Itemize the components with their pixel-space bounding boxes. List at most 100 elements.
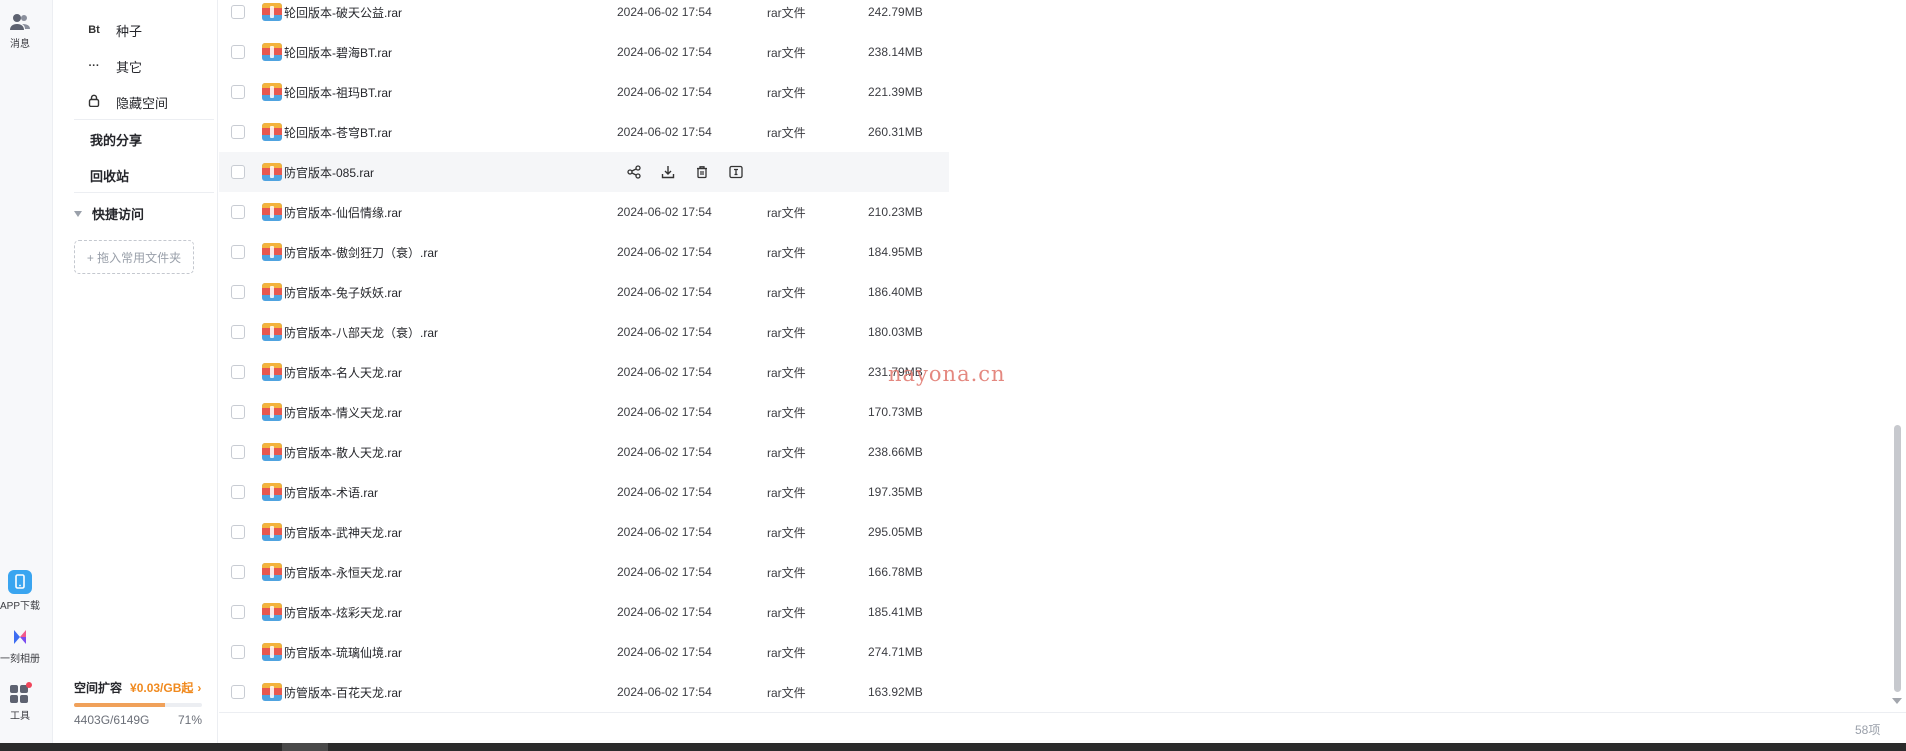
rail-messages[interactable]: 消息 — [0, 12, 40, 50]
file-name[interactable]: 防官版本-永恒天龙.rar — [284, 564, 402, 581]
file-row[interactable]: 防官版本-傲剑狂刀（衰）.rar 2024-06-02 17:54 rar文件 184… — [219, 232, 949, 272]
grid-tools-icon — [10, 682, 32, 703]
file-row[interactable]: 防官版本-炫彩天龙.rar 2024-06-02 17:54 rar文件 185.41… — [219, 592, 949, 632]
file-row[interactable]: 防官版本-八部天龙（衰）.rar 2024-06-02 17:54 rar文件 180… — [219, 312, 949, 352]
vertical-scrollbar[interactable] — [1888, 0, 1906, 712]
nav-item-hidden-space[interactable]: 隐藏空间 — [74, 90, 168, 114]
rar-file-icon — [261, 442, 283, 462]
row-checkbox[interactable] — [231, 405, 245, 419]
rail-album[interactable]: 一刻相册 — [0, 627, 40, 665]
row-checkbox[interactable] — [231, 645, 245, 659]
file-name[interactable]: 轮回版本-苍穹BT.rar — [284, 124, 392, 141]
file-row[interactable]: 轮回版本-碧海BT.rar 2024-06-02 17:54 rar文件 238.14… — [219, 32, 949, 72]
file-name[interactable]: 防官版本-炫彩天龙.rar — [284, 604, 402, 621]
share-icon[interactable] — [617, 165, 651, 179]
row-checkbox[interactable] — [231, 525, 245, 539]
row-checkbox[interactable] — [231, 365, 245, 379]
nav-item-my-share[interactable]: 我的分享 — [90, 127, 142, 151]
file-name[interactable]: 防官版本-八部天龙（衰）.rar — [284, 324, 438, 341]
file-row[interactable]: 防官版本-兔子妖妖.rar 2024-06-02 17:54 rar文件 186.40… — [219, 272, 949, 312]
row-checkbox[interactable] — [231, 445, 245, 459]
row-checkbox[interactable] — [231, 285, 245, 299]
file-type: rar文件 — [767, 685, 806, 700]
row-checkbox[interactable] — [231, 325, 245, 339]
file-date: 2024-06-02 17:54 — [617, 405, 712, 419]
row-checkbox[interactable] — [231, 685, 245, 699]
row-checkbox[interactable] — [231, 485, 245, 499]
file-name[interactable]: 轮回版本-碧海BT.rar — [284, 44, 392, 61]
file-row[interactable]: 轮回版本-破天公益.rar 2024-06-02 17:54 rar文件 242.79… — [219, 0, 949, 32]
file-row[interactable]: 轮回版本-苍穹BT.rar 2024-06-02 17:54 rar文件 260.31… — [219, 112, 949, 152]
row-checkbox[interactable] — [231, 165, 245, 179]
file-name[interactable]: 防官版本-兔子妖妖.rar — [284, 284, 402, 301]
rail-app-download[interactable]: APP下载 — [0, 570, 40, 612]
rar-file-icon — [261, 162, 283, 182]
file-date: 2024-06-02 17:54 — [617, 205, 712, 219]
file-row[interactable]: 防官版本-散人天龙.rar 2024-06-02 17:54 rar文件 238.66… — [219, 432, 949, 472]
nav-item-recycle-bin[interactable]: 回收站 — [90, 163, 129, 187]
file-type: rar文件 — [767, 405, 806, 420]
rar-file-icon — [261, 202, 283, 222]
nav-item-seed[interactable]: Bt 种子 — [74, 18, 142, 42]
scroll-down-arrow-icon[interactable] — [1892, 698, 1902, 704]
download-icon[interactable] — [651, 165, 685, 179]
file-row[interactable]: 防官版本-085.rar — [219, 152, 949, 192]
nav-item-other[interactable]: ··· 其它 — [74, 54, 143, 78]
file-name[interactable]: 防官版本-仙侣情缘.rar — [284, 204, 402, 221]
rail-tools[interactable]: 工具 — [0, 682, 40, 722]
file-row[interactable]: 防管版本-百花天龙.rar 2024-06-02 17:54 rar文件 163.92… — [219, 672, 949, 712]
file-row[interactable]: 防官版本-情义天龙.rar 2024-06-02 17:54 rar文件 170.73… — [219, 392, 949, 432]
row-checkbox[interactable] — [231, 125, 245, 139]
file-type: rar文件 — [767, 485, 806, 500]
rename-icon[interactable] — [719, 165, 753, 179]
file-row[interactable]: 轮回版本-祖玛BT.rar 2024-06-02 17:54 rar文件 221.39… — [219, 72, 949, 112]
file-row[interactable]: 防官版本-永恒天龙.rar 2024-06-02 17:54 rar文件 166.78… — [219, 552, 949, 592]
file-name[interactable]: 防官版本-085.rar — [284, 164, 374, 181]
rail-album-label: 一刻相册 — [0, 654, 40, 665]
file-date: 2024-06-02 17:54 — [617, 45, 712, 59]
file-name[interactable]: 防官版本-傲剑狂刀（衰）.rar — [284, 244, 438, 261]
row-checkbox[interactable] — [231, 5, 245, 19]
file-name[interactable]: 防官版本-情义天龙.rar — [284, 404, 402, 421]
file-size: 185.41MB — [868, 605, 923, 619]
row-checkbox[interactable] — [231, 45, 245, 59]
taskbar-segment[interactable] — [282, 743, 328, 751]
row-checkbox[interactable] — [231, 245, 245, 259]
file-row[interactable]: 防官版本-武神天龙.rar 2024-06-02 17:54 rar文件 295.05… — [219, 512, 949, 552]
row-checkbox[interactable] — [231, 205, 245, 219]
file-name[interactable]: 防官版本-散人天龙.rar — [284, 444, 402, 461]
file-type: rar文件 — [767, 45, 806, 60]
file-size: 295.05MB — [868, 525, 923, 539]
file-row[interactable]: 防官版本-琉璃仙境.rar 2024-06-02 17:54 rar文件 274.71… — [219, 632, 949, 672]
file-name[interactable]: 防官版本-武神天龙.rar — [284, 524, 402, 541]
row-checkbox[interactable] — [231, 85, 245, 99]
file-name[interactable]: 防官版本-琉璃仙境.rar — [284, 644, 402, 661]
file-name[interactable]: 轮回版本-祖玛BT.rar — [284, 84, 392, 101]
file-row[interactable]: 防官版本-名人天龙.rar 2024-06-02 17:54 rar文件 231.79… — [219, 352, 949, 392]
footer-divider — [219, 712, 1906, 713]
storage-usage-bar — [74, 703, 202, 707]
file-name[interactable]: 防官版本-名人天龙.rar — [284, 364, 402, 381]
quick-access-toggle[interactable]: 快捷访问 — [74, 204, 144, 223]
nav-panel: Bt 种子 ··· 其它 隐藏空间 我的分享 回收站 快捷访问 + 拖入常用文件… — [54, 0, 218, 743]
file-date: 2024-06-02 17:54 — [617, 325, 712, 339]
trash-icon[interactable] — [685, 165, 719, 179]
file-name[interactable]: 轮回版本-破天公益.rar — [284, 4, 402, 21]
row-checkbox[interactable] — [231, 605, 245, 619]
row-checkbox[interactable] — [231, 565, 245, 579]
file-row[interactable]: 防官版本-仙侣情缘.rar 2024-06-02 17:54 rar文件 210.23… — [219, 192, 949, 232]
file-type: rar文件 — [767, 605, 806, 620]
file-size: 186.40MB — [868, 285, 923, 299]
file-size: 180.03MB — [868, 325, 923, 339]
file-size: 210.23MB — [868, 205, 923, 219]
scrollbar-thumb[interactable] — [1894, 425, 1901, 692]
quick-access-drop-zone[interactable]: + 拖入常用文件夹 — [74, 240, 194, 274]
file-name[interactable]: 防官版本-术语.rar — [284, 484, 378, 501]
file-name[interactable]: 防管版本-百花天龙.rar — [284, 684, 402, 701]
rar-file-icon — [261, 322, 283, 342]
file-type: rar文件 — [767, 565, 806, 580]
album-logo-icon — [14, 630, 26, 644]
file-row[interactable]: 防官版本-术语.rar 2024-06-02 17:54 rar文件 197.35MB — [219, 472, 949, 512]
app-rail: 消息 APP下载 一刻相册 工具 — [0, 0, 53, 743]
storage-expand-link[interactable]: 空间扩容 ¥0.03/GB起 › — [74, 679, 214, 696]
